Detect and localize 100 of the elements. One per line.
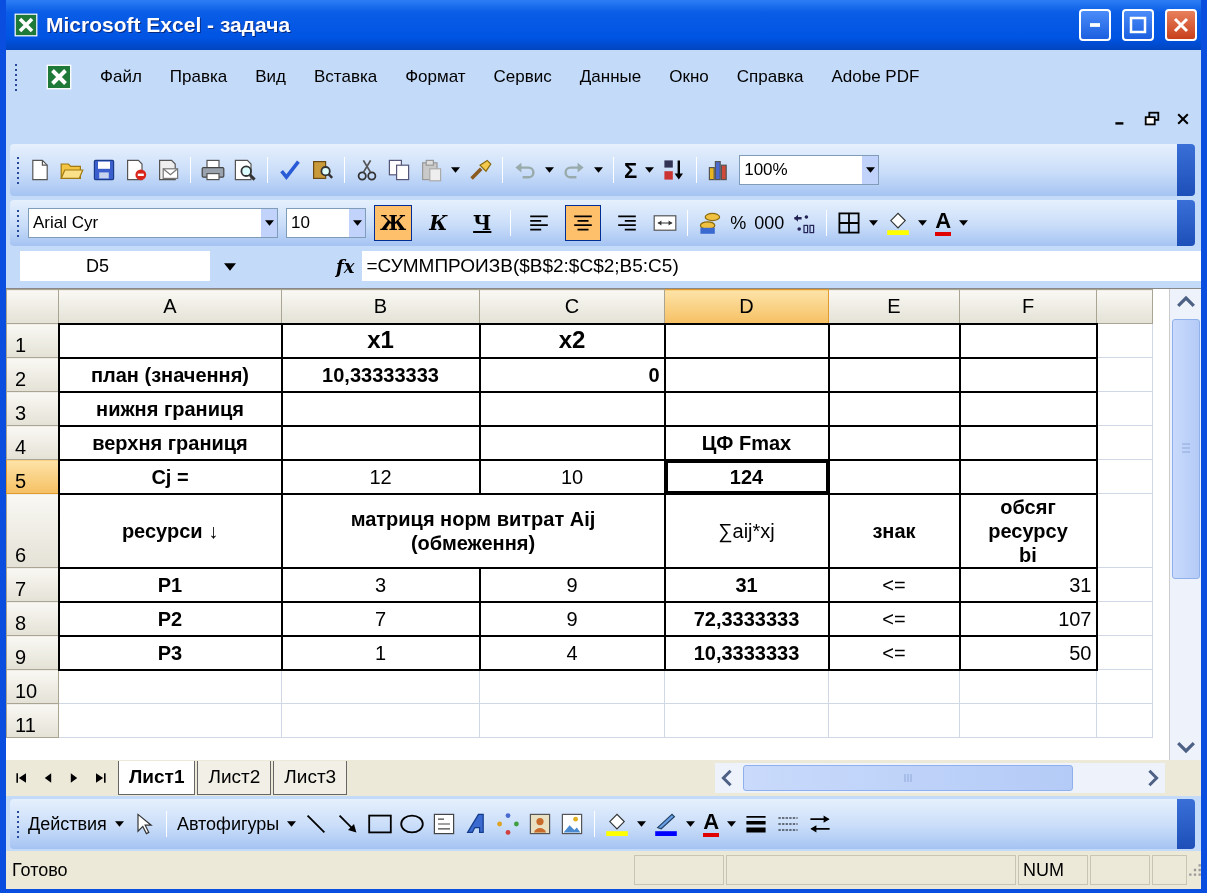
align-center-button[interactable] xyxy=(565,205,602,241)
menu-item[interactable]: Сервис xyxy=(493,64,552,90)
menu-item[interactable]: Вид xyxy=(255,64,286,90)
row-header[interactable]: 1 xyxy=(6,323,59,358)
menu-item[interactable]: Справка xyxy=(736,64,804,90)
email-icon[interactable] xyxy=(156,158,180,182)
row-header[interactable]: 8 xyxy=(6,601,59,636)
minimize-button[interactable] xyxy=(1079,9,1111,41)
insert-function-button[interactable]: fx xyxy=(336,252,355,280)
close-button[interactable] xyxy=(1165,9,1197,41)
fill-bucket-icon[interactable] xyxy=(886,211,911,235)
clipboard-icon[interactable] xyxy=(419,158,443,182)
caret-icon[interactable] xyxy=(545,167,554,173)
percent-style-button[interactable]: % xyxy=(730,209,747,237)
pen-icon[interactable] xyxy=(654,812,679,836)
table-cell: 3 xyxy=(281,567,480,602)
printer-icon[interactable] xyxy=(201,158,225,182)
comma-style-button[interactable]: 000 xyxy=(754,209,785,237)
caret-icon[interactable] xyxy=(264,220,274,226)
rectangle-icon[interactable] xyxy=(368,812,393,836)
caret-icon[interactable] xyxy=(645,167,655,173)
diagram-icon[interactable] xyxy=(496,812,521,836)
table-cell: 31 xyxy=(664,567,829,602)
actions-menu-button[interactable]: Действия xyxy=(28,810,107,838)
menu-item[interactable]: Формат xyxy=(405,64,466,90)
caret-icon[interactable] xyxy=(352,220,362,226)
row-header[interactable]: 5 xyxy=(6,459,59,494)
column-header[interactable]: D xyxy=(664,289,829,324)
font-color-button[interactable]: A xyxy=(703,811,720,837)
oval-icon[interactable] xyxy=(400,812,425,836)
column-header[interactable]: E xyxy=(828,289,960,324)
menu-item[interactable]: Вставка xyxy=(314,64,378,90)
fill-bucket-icon[interactable] xyxy=(605,812,630,836)
column-header[interactable]: F xyxy=(959,289,1097,324)
row-header[interactable]: 7 xyxy=(6,567,59,602)
table-cell: 12 xyxy=(281,459,480,494)
row-header[interactable]: 11 xyxy=(6,703,59,738)
font-color-button[interactable]: A xyxy=(935,210,952,236)
column-header[interactable]: C xyxy=(479,289,665,324)
caret-icon[interactable] xyxy=(114,821,124,827)
text-box-icon[interactable] xyxy=(432,812,457,836)
row-header[interactable]: 3 xyxy=(6,391,59,426)
formula-field[interactable]: =СУММПРОИЗВ($B$2:$C$2;B5:C5) xyxy=(362,251,1201,281)
borders-icon[interactable] xyxy=(837,211,862,235)
horizontal-scrollbar[interactable] xyxy=(715,763,1165,793)
zoom-dropdown[interactable]: 100% xyxy=(739,155,880,185)
row-header[interactable]: 4 xyxy=(6,425,59,460)
autosum-button[interactable]: Σ xyxy=(624,153,638,187)
column-header[interactable]: B xyxy=(281,289,480,324)
menu-item[interactable]: Правка xyxy=(169,64,228,90)
italic-button[interactable]: К xyxy=(420,205,457,241)
permission-icon[interactable] xyxy=(124,158,148,182)
caret-icon[interactable] xyxy=(918,220,928,226)
font-name-dropdown[interactable]: Arial Cyr xyxy=(28,208,278,238)
picture-icon[interactable] xyxy=(560,812,585,836)
research-book-icon[interactable] xyxy=(310,158,334,182)
menu-item[interactable]: Файл xyxy=(100,64,142,90)
caret-icon[interactable] xyxy=(594,167,603,173)
menu-item[interactable]: Adobe PDF xyxy=(831,64,920,90)
scrollbar-thumb[interactable] xyxy=(1171,319,1200,579)
maximize-button[interactable] xyxy=(1122,9,1154,41)
row-header[interactable]: 6 xyxy=(6,493,59,568)
table-cell: 72,3333333 xyxy=(664,601,829,636)
caret-icon[interactable] xyxy=(287,821,297,827)
bold-button[interactable]: Ж xyxy=(374,205,413,241)
active-cell: 124 xyxy=(664,459,829,494)
coins-icon[interactable] xyxy=(698,211,723,235)
row-header[interactable]: 9 xyxy=(6,635,59,670)
scrollbar-thumb[interactable] xyxy=(743,765,1073,791)
restore-icon[interactable] xyxy=(1143,110,1161,128)
menu-item[interactable]: Окно xyxy=(669,64,709,90)
sheet-tab[interactable]: Лист1 xyxy=(118,761,196,795)
print-preview-icon[interactable] xyxy=(233,158,257,182)
column-header[interactable]: A xyxy=(58,289,282,324)
copy-icon[interactable] xyxy=(387,158,411,182)
vertical-scrollbar[interactable] xyxy=(1169,289,1201,760)
table-cell: 10,3333333 xyxy=(664,635,829,670)
row-header[interactable]: 2 xyxy=(6,357,59,392)
caret-icon[interactable] xyxy=(865,167,875,173)
caret-icon[interactable] xyxy=(637,821,647,827)
scissors-icon[interactable] xyxy=(355,158,379,182)
menu-item[interactable]: Данные xyxy=(579,64,642,90)
status-text: Готово xyxy=(12,858,69,882)
caret-icon[interactable] xyxy=(451,167,460,173)
spelling-check-icon[interactable] xyxy=(278,158,302,182)
autoshapes-menu-button[interactable]: Автофигуры xyxy=(176,810,280,838)
font-size-dropdown[interactable]: 10 xyxy=(286,208,366,238)
sheet-tab[interactable]: Лист3 xyxy=(273,761,348,795)
underline-button[interactable]: Ч xyxy=(464,205,501,241)
name-box[interactable]: D5 xyxy=(20,251,210,281)
dropdown-caret-icon[interactable] xyxy=(224,262,236,271)
clip-art-icon[interactable] xyxy=(528,812,553,836)
caret-icon[interactable] xyxy=(727,821,737,827)
caret-icon[interactable] xyxy=(959,220,969,226)
close-icon[interactable] xyxy=(1175,111,1191,127)
sheet-tab[interactable]: Лист2 xyxy=(197,761,272,795)
format-painter-icon[interactable] xyxy=(468,158,492,182)
caret-icon[interactable] xyxy=(686,821,696,827)
caret-icon[interactable] xyxy=(869,220,879,226)
row-header[interactable]: 10 xyxy=(6,669,59,704)
